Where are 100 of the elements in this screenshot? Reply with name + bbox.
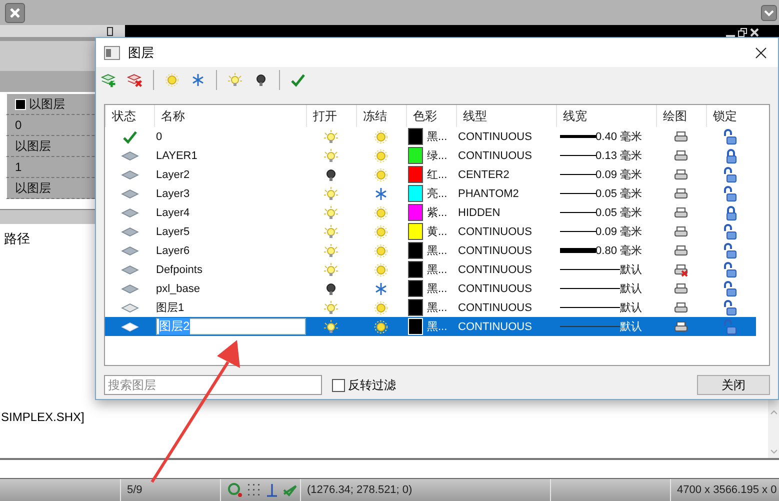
color-name: 紫...: [427, 206, 448, 220]
column-header[interactable]: 绘图: [656, 105, 706, 127]
layer-icon: [120, 188, 138, 198]
column-header[interactable]: 线型: [456, 105, 556, 127]
color-name: 黑...: [427, 244, 448, 258]
column-header[interactable]: 线宽: [556, 105, 656, 127]
lineweight-sample: [560, 155, 596, 156]
layer-row[interactable]: 0 黑... CONTINUOUS 0.40 毫米: [105, 127, 756, 146]
chevron-down-icon: [764, 8, 774, 16]
color-name: 亮...: [427, 186, 448, 201]
color-swatch[interactable]: [408, 223, 423, 240]
color-swatch[interactable]: [408, 128, 423, 145]
linetype-name[interactable]: CONTINUOUS: [458, 150, 532, 162]
layer-row[interactable]: LAYER1 绿... CONTINUOUS 0.13 毫米: [105, 146, 756, 165]
linetype-name[interactable]: CONTINUOUS: [458, 226, 532, 238]
linetype-name[interactable]: HIDDEN: [458, 206, 500, 218]
linetype-name[interactable]: CONTINUOUS: [458, 244, 532, 256]
linetype-name[interactable]: CONTINUOUS: [458, 264, 532, 276]
lineweight-sample: [560, 193, 596, 194]
lineweight-value[interactable]: 默认: [620, 281, 656, 296]
close-button[interactable]: 关闭: [697, 375, 770, 395]
color-swatch[interactable]: [408, 299, 423, 316]
lineweight-sample: [560, 269, 620, 270]
linetype-name[interactable]: CONTINUOUS: [458, 130, 532, 142]
color-name: 红...: [427, 168, 448, 182]
layer-row[interactable]: pxl_base 黑... CONTINUOUS 默认: [105, 279, 756, 298]
command-text: SIMPLEX.SHX]: [1, 410, 84, 424]
lineweight-sample: [560, 288, 620, 289]
lineweight-sample: [560, 326, 620, 327]
column-header[interactable]: 打开: [306, 105, 356, 127]
color-name: 黑...: [427, 320, 448, 334]
column-header[interactable]: 冻结: [356, 105, 406, 127]
color-swatch[interactable]: [408, 204, 423, 221]
layer-row[interactable]: Layer2 红... CENTER2 0.09 毫米: [105, 165, 756, 184]
layer-name: 图层1: [156, 301, 184, 315]
lineweight-value[interactable]: 0.09 毫米: [596, 224, 656, 239]
page-count: 5/9: [127, 484, 142, 496]
linetype-name[interactable]: CENTER2: [458, 168, 510, 180]
linetype-name[interactable]: CONTINUOUS: [458, 320, 532, 332]
check-icon: [291, 73, 305, 87]
layer-icon: [120, 170, 138, 180]
lineweight-value[interactable]: 0.05 毫米: [596, 186, 656, 201]
color-name: 黄...: [427, 225, 448, 239]
layer-row[interactable]: 图层1 黑... CONTINUOUS 默认: [105, 298, 756, 317]
column-header[interactable]: 色彩: [406, 105, 456, 127]
color-swatch[interactable]: [408, 185, 423, 202]
scrollbar[interactable]: [768, 400, 779, 458]
column-header[interactable]: 状态: [105, 105, 154, 127]
grid-icon: [246, 482, 262, 498]
color-name: 黑...: [427, 263, 448, 277]
lineweight-value[interactable]: 默认: [620, 319, 656, 334]
window-icon: [104, 46, 120, 60]
layer-row[interactable]: Layer3 亮... PHANTOM2 0.05 毫米: [105, 184, 756, 203]
lineweight-sample: [560, 248, 596, 253]
color-swatch[interactable]: [408, 242, 423, 259]
color-swatch[interactable]: [408, 147, 423, 164]
lineweight-sample: [560, 174, 596, 175]
lineweight-value[interactable]: 0.05 毫米: [596, 205, 656, 220]
layer-row[interactable]: Layer4 紫... HIDDEN 0.05 毫米: [105, 203, 756, 222]
layer-name: pxl_base: [156, 282, 200, 294]
color-swatch[interactable]: [408, 280, 423, 297]
layer-row[interactable]: Layer6 黑... CONTINUOUS 0.80 毫米: [105, 241, 756, 260]
layer-name: LAYER1: [156, 150, 198, 162]
color-name: 黑...: [427, 282, 448, 296]
bulb-icon: [228, 73, 242, 87]
lineweight-value[interactable]: 0.09 毫米: [596, 167, 656, 182]
linetype-name[interactable]: CONTINUOUS: [458, 302, 532, 314]
dropdown-button[interactable]: [761, 4, 777, 20]
color-name: 黑...: [427, 301, 448, 315]
linetype-name[interactable]: CONTINUOUS: [458, 282, 532, 294]
check-icon: [122, 130, 136, 144]
sun-icon: [165, 73, 179, 87]
lineweight-value[interactable]: 默认: [620, 300, 656, 315]
layer-name: Defpoints: [156, 264, 202, 276]
layer-row[interactable]: Defpoints 黑... CONTINUOUS 默认: [105, 260, 756, 279]
column-header[interactable]: 名称: [154, 105, 306, 127]
close-icon: [755, 46, 767, 58]
lineweight-value[interactable]: 0.40 毫米: [596, 129, 656, 144]
color-swatch: [15, 98, 26, 110]
lineweight-sample: [560, 212, 596, 213]
pin-icon: [107, 26, 113, 36]
layers-plus-icon: [101, 72, 117, 88]
color-name: 黑...: [427, 130, 448, 144]
layer-icon: [120, 322, 138, 332]
property-value: 以图层: [15, 138, 51, 154]
linetype-name[interactable]: PHANTOM2: [458, 188, 519, 200]
layer-icon: [120, 150, 138, 160]
ortho-icon: [265, 482, 279, 498]
layer-row[interactable]: 图层2 黑... CONTINUOUS 默认: [105, 317, 756, 336]
color-swatch[interactable]: [408, 166, 423, 183]
search-field[interactable]: 搜索图层: [104, 375, 322, 395]
lineweight-value[interactable]: 默认: [620, 262, 656, 277]
layer-row[interactable]: Layer5 黄... CONTINUOUS 0.09 毫米: [105, 222, 756, 241]
property-value: 以图层: [15, 180, 51, 196]
lineweight-value[interactable]: 0.13 毫米: [596, 148, 656, 163]
lineweight-value[interactable]: 0.80 毫米: [596, 243, 656, 258]
checkbox[interactable]: [332, 378, 345, 392]
coordinates: (1276.34; 278.521; 0): [307, 484, 412, 496]
color-swatch[interactable]: [408, 261, 423, 278]
column-header[interactable]: 锁定: [706, 105, 756, 127]
